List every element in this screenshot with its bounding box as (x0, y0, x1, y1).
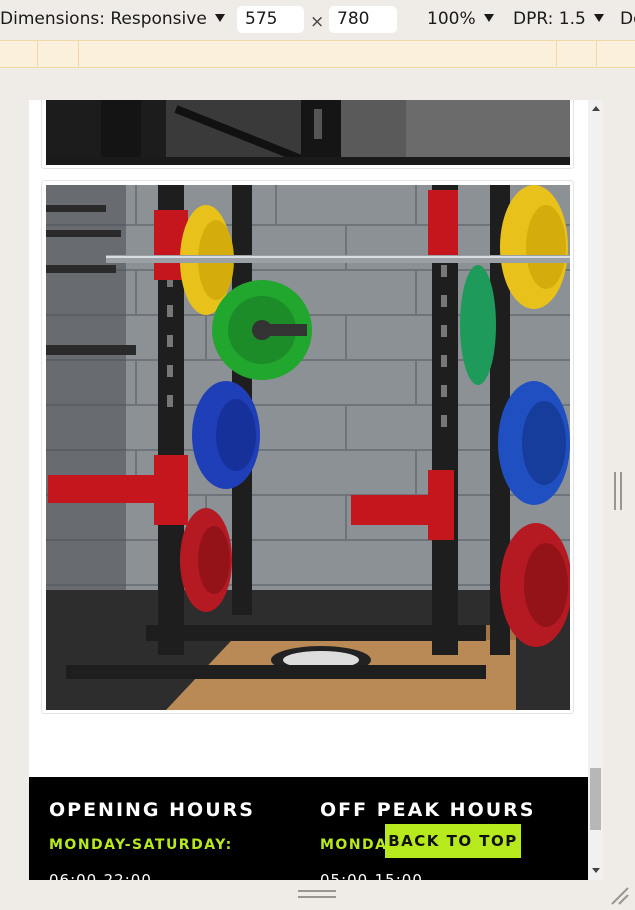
ruler-segment[interactable] (78, 41, 79, 68)
ruler-segment[interactable] (37, 41, 38, 68)
device-toolbar: Dimensions: Responsive 575 × 780 100% DP… (0, 0, 635, 40)
device-viewport: OPENING HOURS MONDAY-SATURDAY: 06:00-22:… (29, 100, 588, 880)
zoom-dropdown[interactable]: 100% (427, 9, 494, 29)
ruler-segment[interactable] (596, 41, 597, 68)
site-footer: OPENING HOURS MONDAY-SATURDAY: 06:00-22:… (29, 777, 588, 880)
scroll-down-arrow-icon[interactable] (592, 868, 600, 873)
bottom-resize-handle[interactable] (298, 890, 336, 900)
scroll-up-arrow-icon[interactable] (592, 106, 600, 111)
dimensions-label: Dimensions: Responsive (0, 9, 207, 29)
scrollbar-thumb[interactable] (590, 768, 601, 830)
back-to-top-button[interactable]: BACK TO TOP (385, 824, 521, 858)
chevron-down-icon (214, 14, 225, 22)
gym-photo-top (46, 100, 570, 165)
dpr-label: DPR: 1.5 (513, 9, 586, 29)
ruler-segment[interactable] (556, 41, 557, 68)
zoom-label: 100% (427, 9, 476, 29)
page-scrollbar[interactable] (588, 100, 603, 880)
squat-rack-photo (46, 185, 570, 710)
right-resize-handle[interactable] (614, 472, 623, 510)
height-input[interactable]: 780 (329, 6, 397, 33)
photo-card-rack (41, 180, 574, 714)
chevron-down-icon (593, 14, 604, 22)
dimensions-dropdown[interactable]: Dimensions: Responsive (0, 9, 225, 29)
opening-time-label: 06:00-22:00 (49, 871, 152, 880)
times-icon: × (310, 12, 325, 32)
media-query-ruler[interactable] (0, 40, 635, 68)
opening-days-label: MONDAY-SATURDAY: (49, 837, 233, 853)
off-peak-time-label: 05:00-15:00 (320, 871, 423, 880)
opening-hours-heading: OPENING HOURS (49, 799, 255, 821)
chevron-down-icon (483, 14, 494, 22)
more-options-label[interactable]: De (620, 9, 635, 29)
width-input[interactable]: 575 (237, 6, 304, 33)
corner-resize-handle-icon[interactable] (608, 884, 630, 906)
off-peak-hours-heading: OFF PEAK HOURS (320, 799, 536, 821)
photo-card-top (41, 100, 574, 169)
dpr-dropdown[interactable]: DPR: 1.5 (513, 9, 604, 29)
